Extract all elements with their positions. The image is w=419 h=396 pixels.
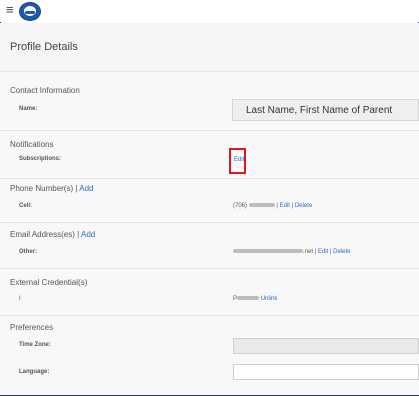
credential-value: P Unlink — [233, 296, 277, 302]
subscriptions-edit-highlight: Edit — [229, 148, 246, 174]
page-header: Profile Details — [0, 23, 419, 72]
phone-section-title: Phone Number(s) | Add — [10, 184, 93, 193]
top-bar: ≡ — [0, 0, 419, 22]
divider — [0, 268, 419, 269]
divider — [0, 178, 419, 179]
credential-unlink-link[interactable]: Unlink — [261, 296, 278, 302]
email-separator: | — [77, 230, 80, 239]
phone-separator: | — [75, 184, 78, 193]
subscriptions-edit-link[interactable]: Edit — [234, 157, 244, 163]
cell-delete-link[interactable]: Delete — [295, 203, 312, 209]
cell-edit-link[interactable]: Edit — [280, 203, 290, 209]
email-value: .net | Edit | Delete — [233, 249, 351, 255]
email-add-link[interactable]: Add — [81, 230, 95, 239]
language-label: Language: — [19, 369, 50, 375]
redacted-credential — [237, 296, 260, 301]
contact-section-title: Contact Information — [10, 86, 80, 95]
divider — [0, 315, 419, 316]
email-title-text: Email Address(es) — [10, 230, 75, 239]
name-field[interactable]: Last Name, First Name of Parent — [232, 99, 419, 121]
other-label: Other: — [19, 249, 37, 255]
cell-label: Cell: — [19, 203, 33, 209]
name-label: Name: — [19, 106, 38, 112]
cell-prefix: (706) — [233, 203, 248, 209]
email-section-title: Email Address(es) | Add — [10, 230, 95, 239]
email-delete-link[interactable]: Delete — [333, 249, 350, 255]
page-title: Profile Details — [10, 41, 78, 53]
credentials-section-title: External Credential(s) — [10, 278, 88, 287]
redacted-email — [233, 249, 303, 254]
cell-value: (706) | Edit | Delete — [233, 203, 312, 209]
subscriptions-label: Subscriptions: — [19, 156, 62, 162]
phone-add-link[interactable]: Add — [79, 184, 93, 193]
email-edit-link[interactable]: Edit — [318, 249, 328, 255]
logo-icon[interactable] — [19, 2, 41, 21]
timezone-select[interactable] — [233, 338, 419, 354]
language-select[interactable] — [233, 364, 419, 380]
redacted-phone — [248, 203, 275, 208]
divider — [0, 130, 419, 131]
divider — [0, 222, 419, 223]
hamburger-icon[interactable]: ≡ — [6, 3, 14, 17]
phone-title-text: Phone Number(s) — [10, 184, 74, 193]
notifications-section-title: Notifications — [10, 140, 54, 149]
email-suffix: .net — [303, 249, 314, 255]
preferences-section-title: Preferences — [10, 323, 54, 332]
name-value: Last Name, First Name of Parent — [246, 105, 393, 116]
credential-row-label: I — [19, 296, 21, 302]
timezone-label: Time Zone: — [19, 342, 51, 348]
